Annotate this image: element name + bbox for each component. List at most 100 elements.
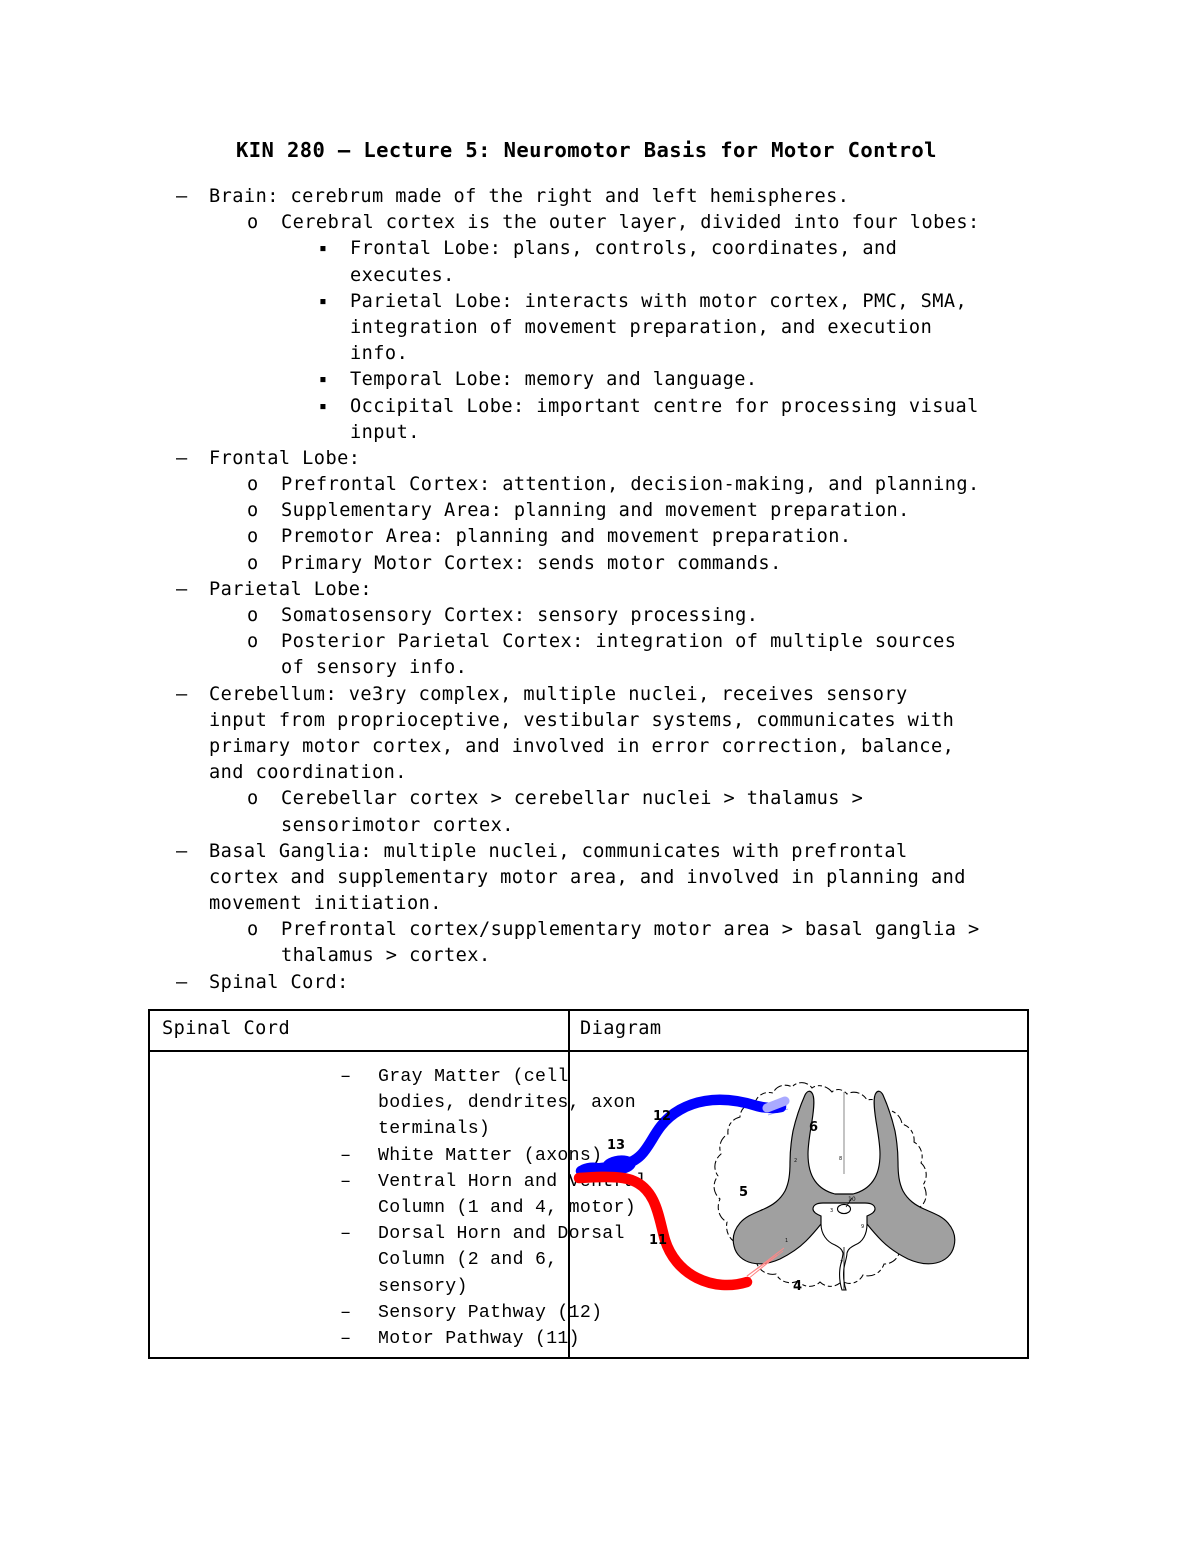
outline-text: Parietal Lobe: interacts with motor cort… [350,290,968,312]
diagram-label-4: 4 [793,1279,802,1294]
list-item: – Dorsal Horn and Dorsal [150,1221,624,1247]
outline-text: Primary Motor Cortex: sends motor comman… [281,552,782,574]
table-header-row: Spinal Cord Diagram [150,1011,1027,1052]
list-item-continuation: Column (1 and 4, motor) [150,1195,636,1221]
circle-bullet-icon: o [247,526,259,548]
outline-text: Basal Ganglia: multiple nuclei, communic… [209,840,908,862]
outline-item-level-3: ▪ Occipital Lobe: important centre for pr… [0,394,1200,420]
diagram-label-8: 8 [839,1156,842,1162]
outline-text: Frontal Lobe: plans, controls, coordinat… [350,238,898,260]
outline-text: Parietal Lobe: [209,578,373,600]
outline-continuation-line: input. [0,420,1200,446]
outline-continuation-line: input from proprioceptive, vestibular sy… [0,708,1200,734]
outline-text: Prefrontal cortex/supplementary motor ar… [281,919,980,941]
outline-text: movement initiation. [209,893,442,915]
circle-bullet-icon: o [247,552,259,574]
table-header-diagram: Diagram [580,1018,662,1039]
outline-text: thalamus > cortex. [281,945,491,967]
diagram-label-12: 12 [653,1109,671,1124]
outline-item-level-2: o Somatosensory Cortex: sensory processin… [0,603,1200,629]
outline-text: Premotor Area: planning and movement pre… [281,526,852,548]
outline-text: Brain: cerebrum made of the right and le… [209,186,850,207]
dash-bullet-icon: – [176,683,188,705]
outline-text: Spinal Cord: [209,971,349,993]
square-bullet-icon: ▪ [319,372,328,388]
outline-continuation-line: sensorimotor cortex. [0,813,1200,839]
list-item-text: terminals) [378,1119,491,1140]
circle-bullet-icon: o [247,500,259,522]
outline-item-level-2: o Cerebral cortex is the outer layer, div… [0,210,1200,236]
outline-text: Posterior Parietal Cortex: integration o… [281,631,957,653]
outline-text: Temporal Lobe: memory and language. [350,369,758,391]
outline-continuation-line: integration of movement preparation, and… [0,315,1200,341]
dash-bullet-icon: – [340,1327,352,1349]
list-item-text: Sensory Pathway (12) [378,1302,603,1323]
outline-continuation-line: executes. [0,263,1200,289]
outline-item-level-1: – Basal Ganglia: multiple nuclei, communi… [0,839,1200,865]
list-item: – Motor Pathway (11) [150,1326,580,1352]
spinal-cord-diagram: 12 13 11 5 6 4 10 2 1 3 9 7 8 [571,1052,1025,1357]
diagram-label-9: 9 [861,1224,864,1230]
outline-item-level-1: – Parietal Lobe: [0,577,1200,603]
outline-text: sensorimotor cortex. [281,814,514,836]
dash-bullet-icon: – [176,447,188,469]
square-bullet-icon: ▪ [319,293,328,309]
document-page: KIN 280 – Lecture 5: Neuromotor Basis fo… [0,0,1200,1553]
outline-item-level-1: – Cerebellum: ve3ry complex, multiple nuc… [0,682,1200,708]
circle-bullet-icon: o [247,212,259,234]
outline-item-level-3: ▪ Frontal Lobe: plans, controls, coordina… [0,236,1200,262]
outline-text: primary motor cortex, and involved in er… [209,735,955,757]
spinal-cord-feature-list: – Gray Matter (cell bodies, dendrites, axo… [150,1064,647,1352]
diagram-label-13: 13 [607,1138,625,1153]
outline-text: cortex and supplementary motor area, and… [209,866,966,888]
outline-item-level-3: ▪ Temporal Lobe: memory and language. [0,367,1200,393]
central-canal [836,1203,852,1215]
outline-text: input from proprioceptive, vestibular sy… [209,709,955,731]
diagram-label-1: 1 [785,1238,788,1244]
diagram-label-3: 3 [830,1208,833,1214]
outline-text: Occipital Lobe: important centre for pro… [350,395,979,417]
outline-item-level-2: o Prefrontal cortex/supplementary motor a… [0,917,1200,943]
column-divider [568,1011,571,1050]
circle-bullet-icon: o [247,919,259,941]
list-item: – Sensory Pathway (12) [150,1300,602,1326]
outline-item-level-2: o Supplementary Area: planning and moveme… [0,498,1200,524]
list-item-continuation: Column (2 and 6, [150,1247,566,1273]
diagram-label-7: 7 [840,1260,843,1266]
outline-text: info. [350,343,409,365]
list-item-text: Motor Pathway (11) [378,1328,580,1349]
dash-bullet-icon: – [176,186,188,207]
list-item-text: Gray Matter (cell [378,1067,569,1087]
outline-continuation-line: movement initiation. [0,891,1200,917]
circle-bullet-icon: o [247,788,259,810]
table-body-row: – Gray Matter (cell bodies, dendrites, axo… [150,1052,1027,1357]
dash-bullet-icon: – [340,1223,352,1245]
outline-item-level-2: o Prefrontal Cortex: attention, decision-… [0,472,1200,498]
outline-text: Frontal Lobe: [209,447,361,469]
circle-bullet-icon: o [247,631,259,653]
square-bullet-icon: ▪ [319,241,328,257]
diagram-label-11: 11 [649,1233,667,1248]
diagram-label-5: 5 [739,1185,748,1200]
dash-bullet-icon: – [176,971,188,993]
outline-text: Cerebral cortex is the outer layer, divi… [281,212,980,234]
dash-bullet-icon: – [340,1301,352,1323]
dash-bullet-icon: – [340,1170,352,1192]
list-item: – White Matter (axons) [150,1143,602,1169]
outline-item-level-1: – Spinal Cord: [0,970,1200,996]
outline-item-level-2: o Premotor Area: planning and movement pr… [0,524,1200,550]
outline-item-level-3: ▪ Parietal Lobe: interacts with motor cor… [0,289,1200,315]
outline-continuation-line: cortex and supplementary motor area, and… [0,865,1200,891]
dash-bullet-icon: – [176,578,188,600]
list-item: – Gray Matter (cell [150,1064,569,1090]
outline-continuation-line: primary motor cortex, and involved in er… [0,734,1200,760]
outline-text: Supplementary Area: planning and movemen… [281,500,910,522]
outline-text: input. [350,421,420,443]
outline-item-level-1: – Brain: cerebrum made of the right and l… [0,184,1200,210]
outline-text: of sensory info. [281,657,468,679]
outline-text: integration of movement preparation, and… [350,316,933,338]
outline-continuation-line: thalamus > cortex. [0,943,1200,969]
outline-text: Cerebellar cortex > cerebellar nuclei > … [281,788,864,810]
dash-bullet-icon: – [340,1144,352,1166]
outline-continuation-line: of sensory info. [0,655,1200,681]
